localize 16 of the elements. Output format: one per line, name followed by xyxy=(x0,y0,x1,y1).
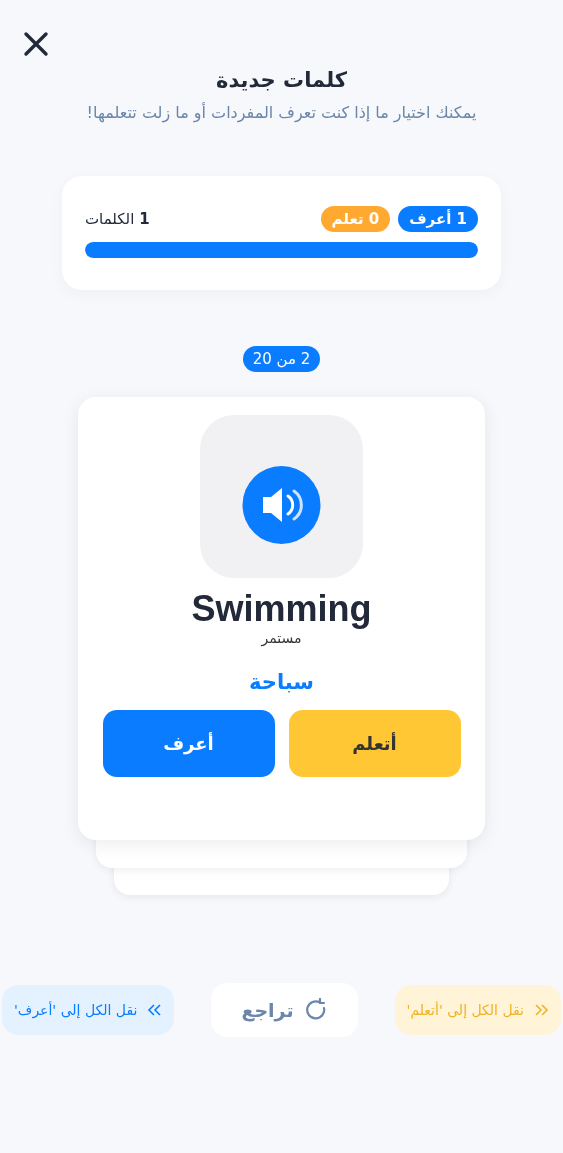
know-button[interactable]: أعرف xyxy=(102,710,275,778)
subtitle: يمكنك اختيار ما إذا كنت تعرف المفردات أو ما زلت تتعلمها! xyxy=(85,102,478,125)
count-badge: 1 أعرف xyxy=(398,206,478,233)
word: Swimming xyxy=(191,588,372,631)
card-counter: 2 من 20 xyxy=(242,346,321,373)
translation: سباحة xyxy=(249,670,314,695)
undo-button[interactable]: تراجع xyxy=(211,983,358,1038)
page-title: كلمات جديدة xyxy=(215,68,348,92)
double-chevron-icon xyxy=(534,1003,549,1018)
learning-button[interactable]: أتعلم xyxy=(288,710,461,778)
speaker-button[interactable] xyxy=(242,466,321,545)
double-chevron-icon xyxy=(147,1003,163,1018)
count-badge: 0 تعلم xyxy=(320,206,391,233)
move-all-button[interactable]: نقل الكل إلى 'أعرف' xyxy=(2,985,175,1036)
word-hint: مستمر xyxy=(261,630,302,647)
close-button[interactable] xyxy=(22,30,50,58)
